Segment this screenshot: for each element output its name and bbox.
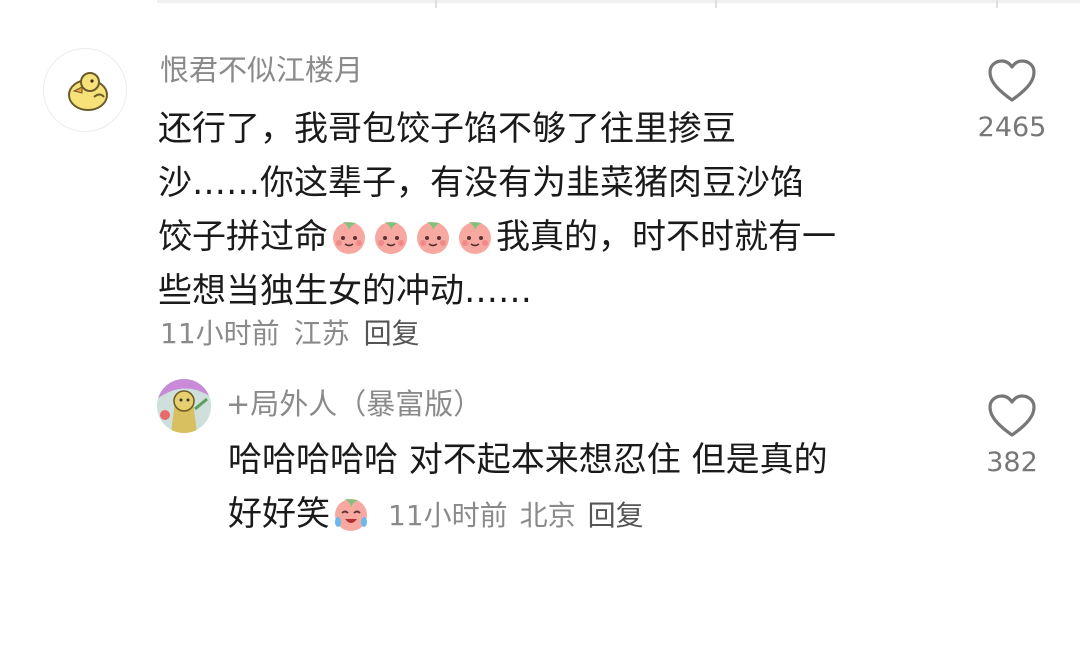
- comment-time: 11小时前: [160, 317, 280, 350]
- reply-button[interactable]: 回复: [588, 499, 644, 532]
- divider-tick: [435, 0, 437, 8]
- comment-line: 沙……你这辈子，有没有为韭菜猪肉豆沙馅: [158, 163, 804, 203]
- reply-username[interactable]: +局外人（暴富版）: [226, 381, 482, 423]
- like-count: 2465: [977, 112, 1047, 143]
- peach-face-emoji-icon: [417, 222, 449, 254]
- top-divider: [157, 0, 1080, 3]
- user-avatar[interactable]: [157, 379, 211, 433]
- reply-line: 哈哈哈哈哈 对不起本来想忍住 但是真的: [228, 440, 828, 480]
- like-count: 382: [986, 447, 1038, 478]
- divider-tick: [996, 0, 998, 8]
- comment-line: 些想当独生女的冲动……: [158, 271, 532, 311]
- comment-location: 江苏: [293, 317, 350, 350]
- reply-line: 好好笑 11小时前 北京 回复: [228, 487, 828, 543]
- comment-username[interactable]: 恨君不似江楼月: [160, 47, 363, 89]
- peach-face-emoji-icon: [333, 222, 365, 254]
- comment-line-segment: 饺子拼过命: [158, 217, 328, 257]
- reply-location: 北京: [519, 499, 576, 532]
- like-button[interactable]: 2465: [977, 58, 1047, 143]
- comment-line: 饺子拼过命 我真的，时不时就有一: [158, 210, 836, 264]
- chick-icon: [68, 72, 108, 111]
- comment-line-segment: 我真的，时不时就有一: [496, 217, 836, 257]
- user-avatar[interactable]: [43, 48, 127, 132]
- divider-tick: [715, 0, 717, 8]
- reply-meta: 11小时前 北京 回复: [388, 499, 656, 532]
- like-button[interactable]: 382: [977, 393, 1047, 478]
- reply-line-segment: 好好笑: [228, 494, 330, 534]
- comment-text: 还行了，我哥包饺子馅不够了往里掺豆 沙……你这辈子，有没有为韭菜猪肉豆沙馅 饺子…: [158, 102, 836, 318]
- comment-meta: 11小时前 江苏 回复: [160, 312, 420, 352]
- heart-icon: [988, 394, 1036, 437]
- peach-face-emoji-icon: [459, 222, 491, 254]
- heart-icon: [988, 59, 1036, 102]
- reply-text: 哈哈哈哈哈 对不起本来想忍住 但是真的 好好笑 11小时前 北京 回复: [228, 433, 828, 543]
- reply-time: 11小时前: [388, 499, 508, 532]
- comment-line: 还行了，我哥包饺子馅不够了往里掺豆: [158, 109, 736, 149]
- peach-face-emoji-icon: [375, 222, 407, 254]
- crying-laugh-peach-emoji-icon: [335, 499, 367, 531]
- cartoon-avatar-icon: [157, 379, 211, 433]
- reply-button[interactable]: 回复: [364, 317, 420, 350]
